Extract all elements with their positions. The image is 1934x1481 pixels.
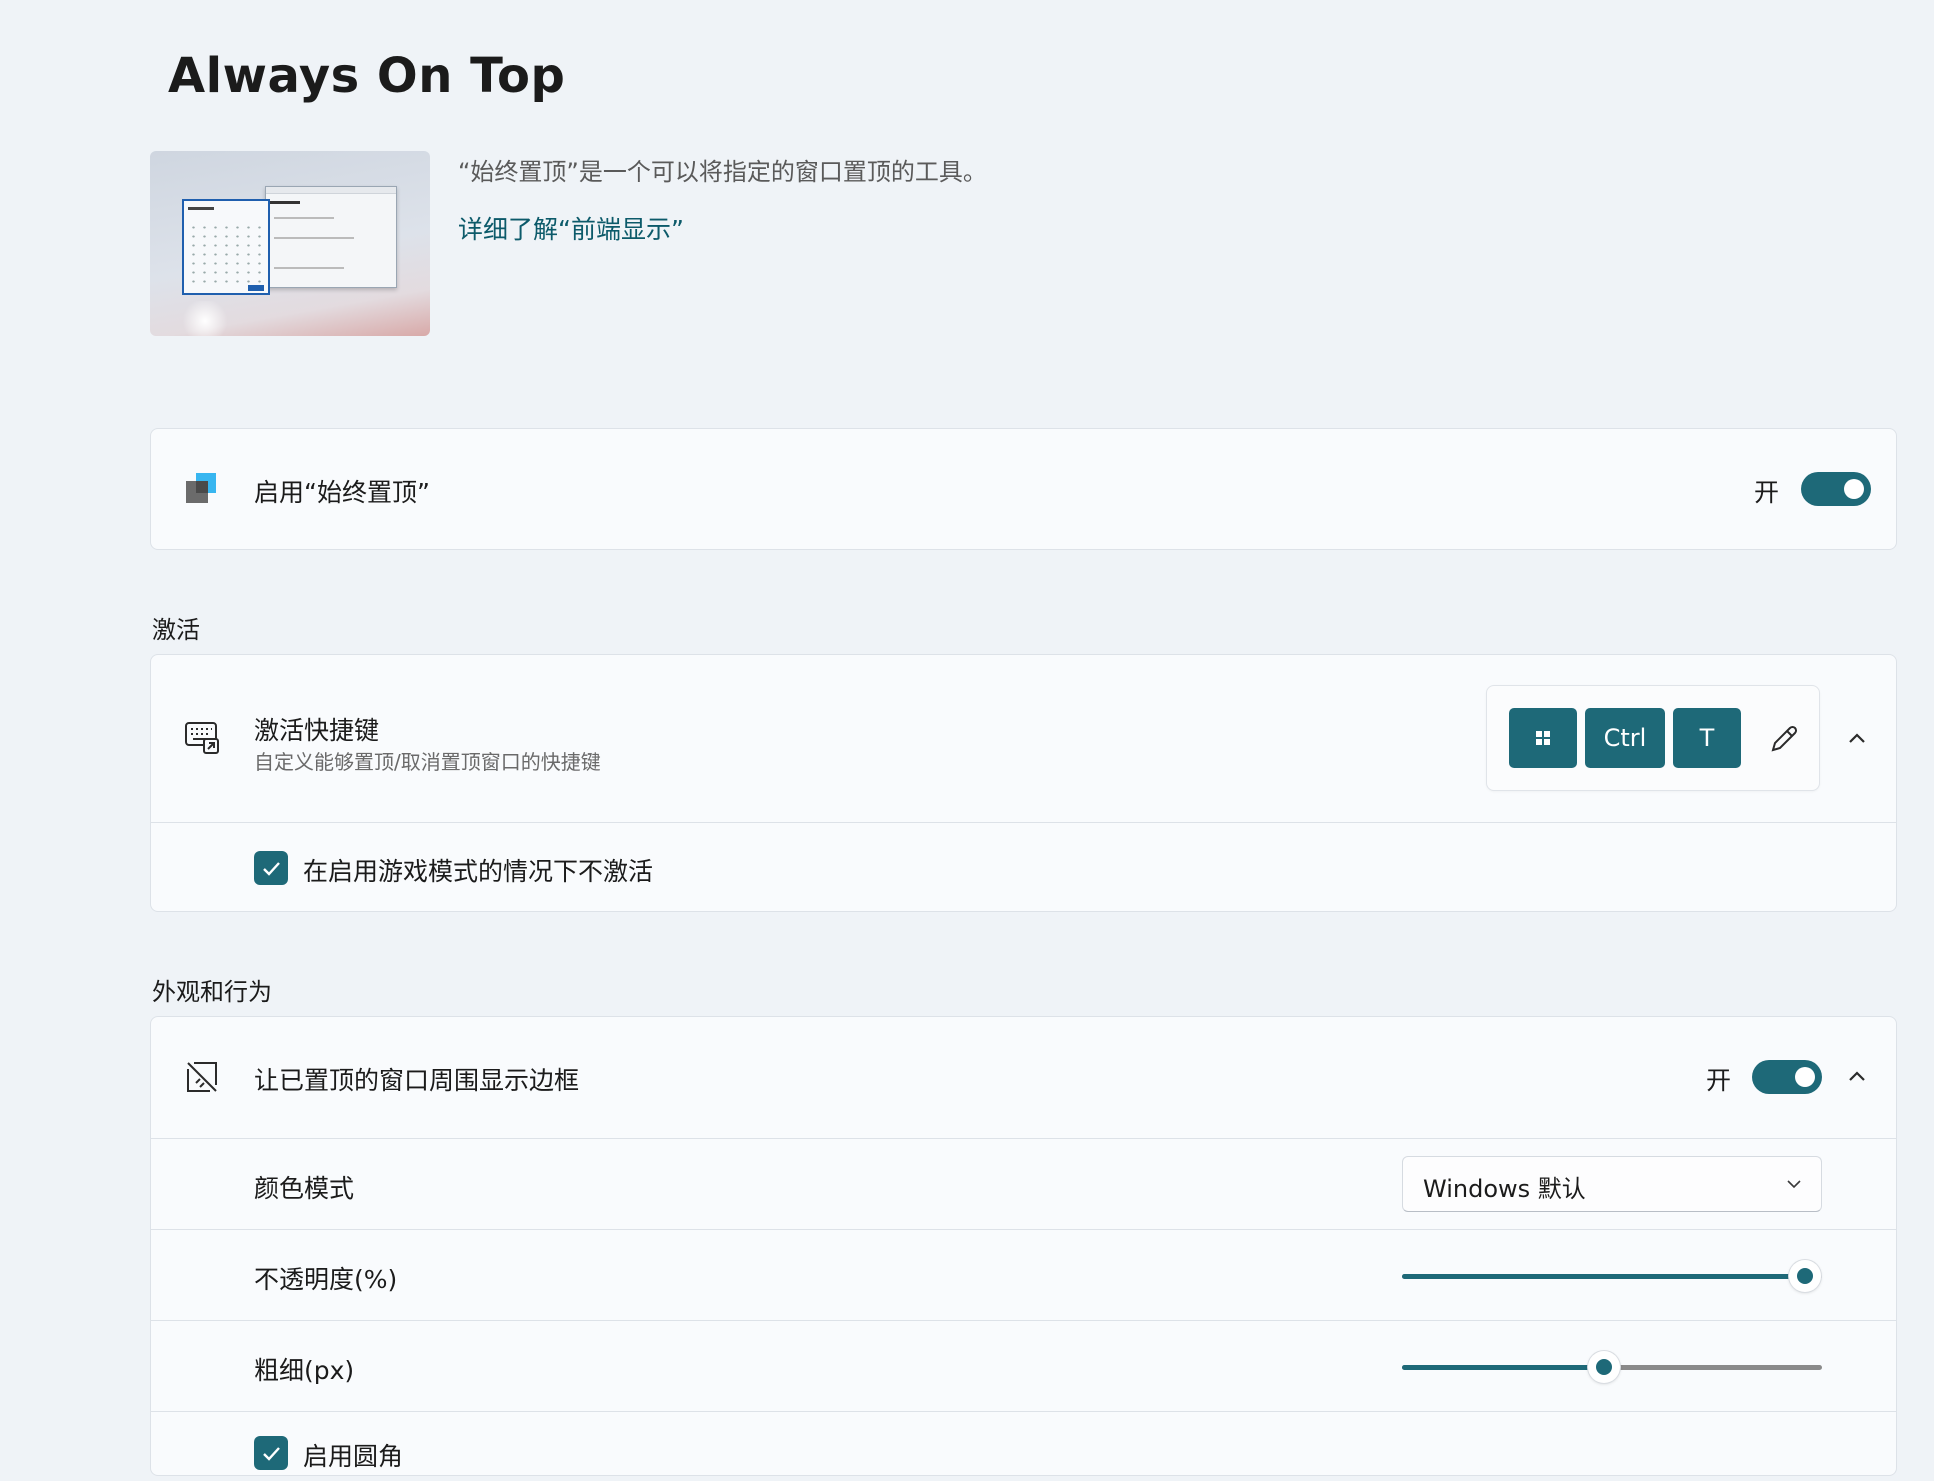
page-description: “始终置顶”是一个可以将指定的窗口置顶的工具。	[458, 158, 987, 186]
game-mode-row: 在启用游戏模式的情况下不激活	[151, 822, 1896, 911]
border-toggle[interactable]	[1752, 1060, 1822, 1094]
enable-card: 启用“始终置顶” 开	[150, 428, 1897, 550]
shortcut-description: 自定义能够置顶/取消置顶窗口的快捷键	[254, 750, 601, 774]
activation-card: 激活快捷键 自定义能够置顶/取消置顶窗口的快捷键 Ctrl T 在启用游戏模式的…	[150, 654, 1897, 912]
color-mode-dropdown[interactable]: Windows 默认	[1402, 1156, 1822, 1212]
enable-label: 启用“始终置顶”	[254, 478, 430, 507]
windows-key-icon	[1509, 708, 1577, 768]
rounded-corners-label: 启用圆角	[303, 1442, 404, 1471]
enable-toggle[interactable]	[1801, 472, 1871, 506]
color-mode-value: Windows 默认	[1423, 1175, 1586, 1203]
appearance-card: 让已置顶的窗口周围显示边框 开 颜色模式 Windows 默认 不透明度(%) …	[150, 1016, 1897, 1476]
appearance-section-title: 外观和行为	[152, 978, 272, 1006]
chevron-up-icon[interactable]	[1845, 1065, 1869, 1089]
color-mode-row: 颜色模式 Windows 默认	[151, 1138, 1896, 1229]
border-label: 让已置顶的窗口周围显示边框	[254, 1066, 580, 1095]
shortcut-label: 激活快捷键	[254, 716, 380, 745]
learn-more-link[interactable]: 详细了解“前端显示”	[458, 210, 684, 246]
activation-section-title: 激活	[152, 616, 200, 644]
keyboard-shortcut-icon	[185, 722, 219, 754]
opacity-row: 不透明度(%)	[151, 1229, 1896, 1320]
chevron-down-icon	[1787, 1180, 1801, 1189]
color-mode-label: 颜色模式	[254, 1174, 355, 1203]
ctrl-key: Ctrl	[1585, 708, 1665, 768]
hero-image	[150, 151, 430, 336]
rounded-corners-row: 启用圆角	[151, 1411, 1896, 1481]
thickness-slider-thumb[interactable]	[1588, 1351, 1620, 1383]
opacity-label: 不透明度(%)	[254, 1265, 398, 1294]
shortcut-row: 激活快捷键 自定义能够置顶/取消置顶窗口的快捷键 Ctrl T	[151, 655, 1896, 822]
chevron-up-icon[interactable]	[1845, 727, 1869, 751]
rounded-corners-checkbox[interactable]	[254, 1436, 288, 1470]
border-state-label: 开	[1706, 1066, 1732, 1095]
t-key: T	[1673, 708, 1741, 768]
opacity-slider[interactable]	[1402, 1260, 1822, 1292]
always-on-top-app-icon	[186, 473, 216, 503]
game-mode-checkbox[interactable]	[254, 851, 288, 885]
game-mode-label: 在启用游戏模式的情况下不激活	[303, 857, 654, 886]
thickness-row: 粗细(px)	[151, 1320, 1896, 1411]
thickness-slider[interactable]	[1402, 1351, 1822, 1383]
enable-row: 启用“始终置顶” 开	[151, 429, 1896, 549]
enable-state-label: 开	[1754, 478, 1780, 507]
border-icon	[187, 1062, 217, 1092]
shortcut-keys-box[interactable]: Ctrl T	[1486, 685, 1820, 791]
border-row: 让已置顶的窗口周围显示边框 开	[151, 1017, 1896, 1138]
page-title: Always On Top	[168, 48, 566, 104]
opacity-slider-thumb[interactable]	[1789, 1260, 1821, 1292]
edit-pencil-icon[interactable]	[1767, 722, 1801, 756]
thickness-label: 粗细(px)	[254, 1356, 355, 1385]
